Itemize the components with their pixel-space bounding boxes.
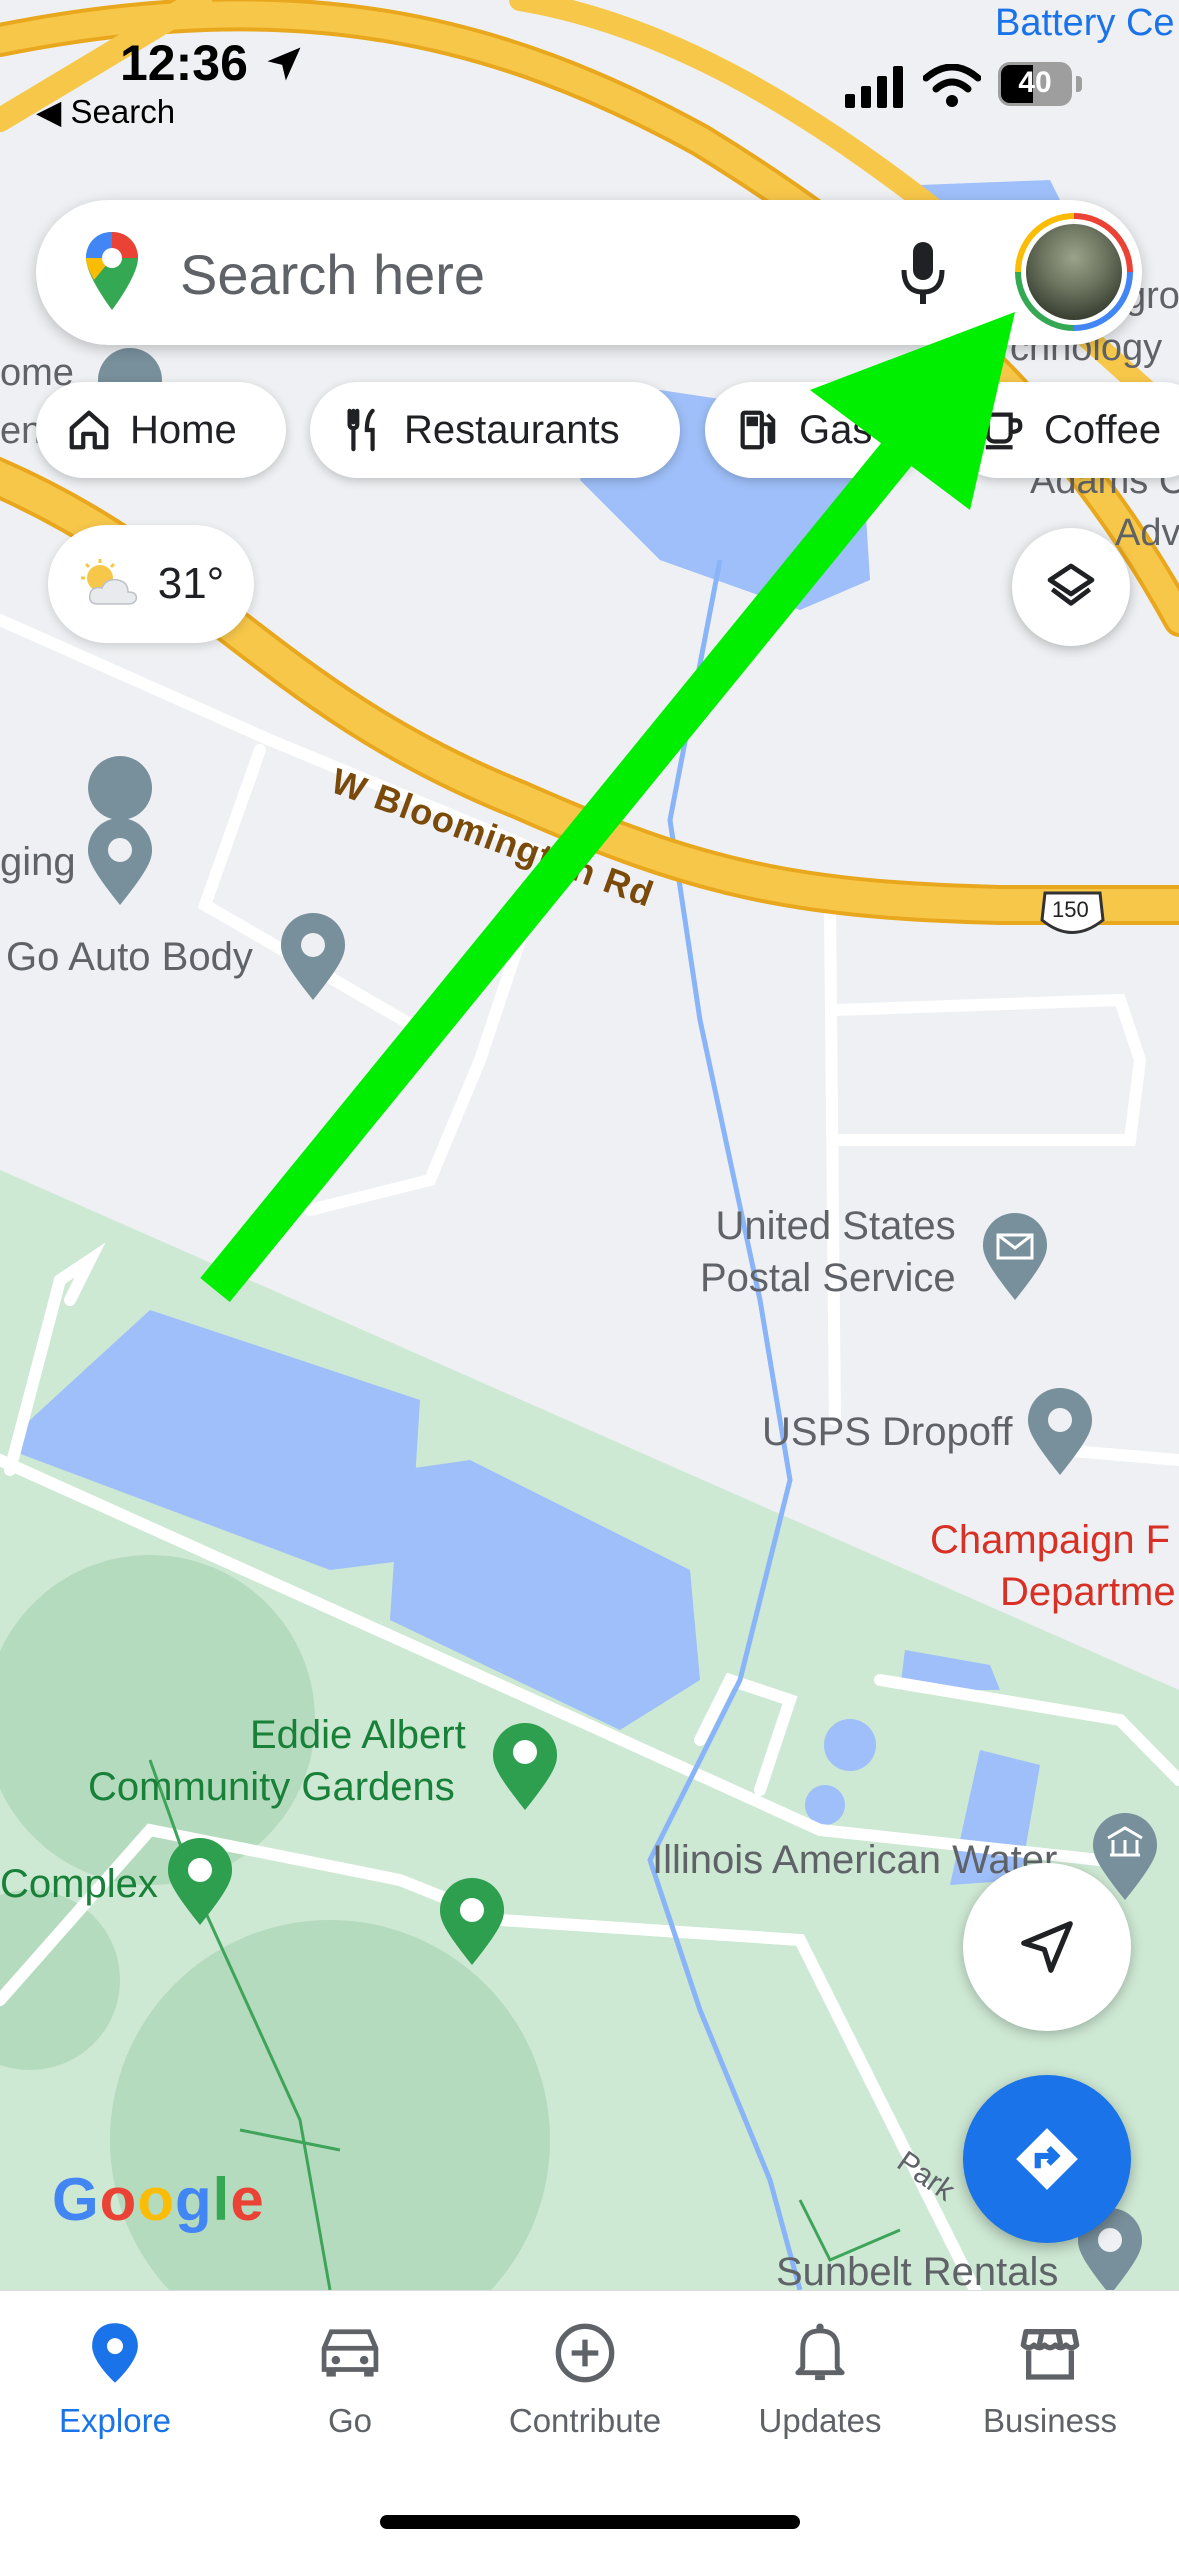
nav-explore[interactable]: Explore	[5, 2321, 225, 2440]
home-indicator[interactable]	[380, 2515, 800, 2529]
nav-contribute[interactable]: Contribute	[475, 2321, 695, 2440]
plus-circle-icon	[555, 2323, 615, 2383]
car-icon	[321, 2329, 379, 2377]
nav-business[interactable]: Business	[940, 2321, 1160, 2440]
explore-pin-icon	[92, 2323, 138, 2383]
bell-icon	[795, 2323, 845, 2381]
annotation-arrow	[200, 312, 1015, 1303]
storefront-icon	[1020, 2329, 1080, 2380]
nav-go[interactable]: Go	[240, 2321, 460, 2440]
nav-updates[interactable]: Updates	[710, 2321, 930, 2440]
